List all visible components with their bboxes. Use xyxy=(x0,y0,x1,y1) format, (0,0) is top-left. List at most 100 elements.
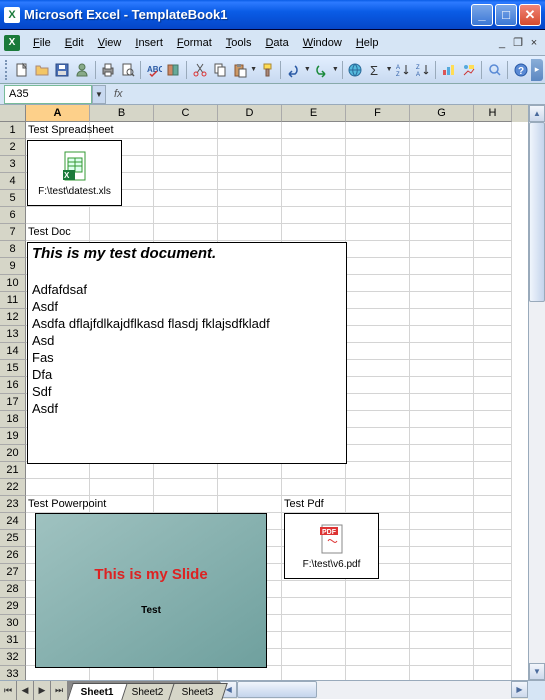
cell-G13[interactable] xyxy=(410,326,474,343)
row-header-13[interactable]: 13 xyxy=(0,326,26,343)
row-header-22[interactable]: 22 xyxy=(0,479,26,496)
toolbar-handle[interactable] xyxy=(5,60,9,80)
cell-G20[interactable] xyxy=(410,445,474,462)
cell-G6[interactable] xyxy=(410,207,474,224)
row-header-27[interactable]: 27 xyxy=(0,564,26,581)
embedded-doc-object[interactable]: This is my test document. AdfafdsafAsdfA… xyxy=(27,242,347,464)
hyperlink-button[interactable] xyxy=(346,59,365,81)
row-header-10[interactable]: 10 xyxy=(0,275,26,292)
copy-button[interactable] xyxy=(210,59,229,81)
cell-D7[interactable] xyxy=(218,224,282,241)
cell-F12[interactable] xyxy=(346,309,410,326)
cell-H13[interactable] xyxy=(474,326,512,343)
cell-F23[interactable] xyxy=(346,496,410,513)
tab-nav-prev[interactable]: ◀ xyxy=(17,681,34,700)
row-header-11[interactable]: 11 xyxy=(0,292,26,309)
cell-F19[interactable] xyxy=(346,428,410,445)
menu-insert[interactable]: Insert xyxy=(128,34,170,52)
cell-F9[interactable] xyxy=(346,258,410,275)
cell-A21[interactable] xyxy=(26,462,90,479)
select-all-cells[interactable] xyxy=(0,105,26,122)
cell-H21[interactable] xyxy=(474,462,512,479)
cell-D5[interactable] xyxy=(218,190,282,207)
cell-E23[interactable]: Test Pdf xyxy=(282,496,346,513)
cell-H15[interactable] xyxy=(474,360,512,377)
autosum-button[interactable]: Σ xyxy=(366,59,385,81)
cell-H18[interactable] xyxy=(474,411,512,428)
cell-E31[interactable] xyxy=(282,632,346,649)
cell-C3[interactable] xyxy=(154,156,218,173)
cell-G30[interactable] xyxy=(410,615,474,632)
cell-E3[interactable] xyxy=(282,156,346,173)
row-header-20[interactable]: 20 xyxy=(0,445,26,462)
print-button[interactable] xyxy=(99,59,118,81)
row-header-19[interactable]: 19 xyxy=(0,428,26,445)
cell-G15[interactable] xyxy=(410,360,474,377)
cell-H12[interactable] xyxy=(474,309,512,326)
sort-asc-button[interactable]: AZ xyxy=(394,59,413,81)
cell-G28[interactable] xyxy=(410,581,474,598)
chart-wizard-button[interactable] xyxy=(439,59,458,81)
col-header-A[interactable]: A xyxy=(26,105,90,122)
cell-G32[interactable] xyxy=(410,649,474,666)
name-box[interactable]: A35 xyxy=(4,85,92,104)
scroll-right-button[interactable]: ▶ xyxy=(511,681,528,698)
row-header-25[interactable]: 25 xyxy=(0,530,26,547)
cell-F14[interactable] xyxy=(346,343,410,360)
row-header-32[interactable]: 32 xyxy=(0,649,26,666)
menu-help[interactable]: Help xyxy=(349,34,386,52)
row-header-16[interactable]: 16 xyxy=(0,377,26,394)
hscroll-track[interactable] xyxy=(237,681,511,699)
row-header-31[interactable]: 31 xyxy=(0,632,26,649)
cell-H9[interactable] xyxy=(474,258,512,275)
undo-dropdown[interactable]: ▼ xyxy=(304,59,311,81)
cell-F3[interactable] xyxy=(346,156,410,173)
close-button[interactable]: ✕ xyxy=(519,4,541,26)
cell-H22[interactable] xyxy=(474,479,512,496)
cell-G11[interactable] xyxy=(410,292,474,309)
menu-window[interactable]: Window xyxy=(296,34,349,52)
cell-F33[interactable] xyxy=(346,666,410,680)
cell-G22[interactable] xyxy=(410,479,474,496)
cell-F1[interactable] xyxy=(346,122,410,139)
cell-E1[interactable] xyxy=(282,122,346,139)
embedded-xls-object[interactable]: X F:\test\datest.xls xyxy=(27,140,122,206)
cell-F4[interactable] xyxy=(346,173,410,190)
cell-E7[interactable] xyxy=(282,224,346,241)
menu-view[interactable]: View xyxy=(91,34,129,52)
embedded-ppt-object[interactable]: This is my Slide Test xyxy=(35,513,267,668)
cell-E6[interactable] xyxy=(282,207,346,224)
cell-A22[interactable] xyxy=(26,479,90,496)
redo-button[interactable] xyxy=(312,59,331,81)
sheet-tab-sheet1[interactable]: Sheet1 xyxy=(67,683,127,700)
cell-C33[interactable] xyxy=(154,666,218,680)
formula-input[interactable] xyxy=(129,86,545,103)
sort-desc-button[interactable]: ZA xyxy=(414,59,433,81)
cell-C23[interactable] xyxy=(154,496,218,513)
cell-H30[interactable] xyxy=(474,615,512,632)
cell-A6[interactable] xyxy=(26,207,90,224)
cell-H5[interactable] xyxy=(474,190,512,207)
cell-H32[interactable] xyxy=(474,649,512,666)
cell-F18[interactable] xyxy=(346,411,410,428)
cell-G14[interactable] xyxy=(410,343,474,360)
tab-nav-last[interactable]: ⏭ xyxy=(51,681,68,700)
cell-G25[interactable] xyxy=(410,530,474,547)
autosum-dropdown[interactable]: ▼ xyxy=(386,59,393,81)
row-header-23[interactable]: 23 xyxy=(0,496,26,513)
paste-button[interactable] xyxy=(230,59,249,81)
cell-G1[interactable] xyxy=(410,122,474,139)
menu-edit[interactable]: Edit xyxy=(58,34,91,52)
cell-H25[interactable] xyxy=(474,530,512,547)
row-header-6[interactable]: 6 xyxy=(0,207,26,224)
cell-E33[interactable] xyxy=(282,666,346,680)
col-header-F[interactable]: F xyxy=(346,105,410,122)
row-header-33[interactable]: 33 xyxy=(0,666,26,680)
cell-C7[interactable] xyxy=(154,224,218,241)
row-header-30[interactable]: 30 xyxy=(0,615,26,632)
row-header-26[interactable]: 26 xyxy=(0,547,26,564)
row-header-15[interactable]: 15 xyxy=(0,360,26,377)
save-button[interactable] xyxy=(53,59,72,81)
cell-H2[interactable] xyxy=(474,139,512,156)
toolbar-options-button[interactable]: ▸ xyxy=(531,59,543,81)
